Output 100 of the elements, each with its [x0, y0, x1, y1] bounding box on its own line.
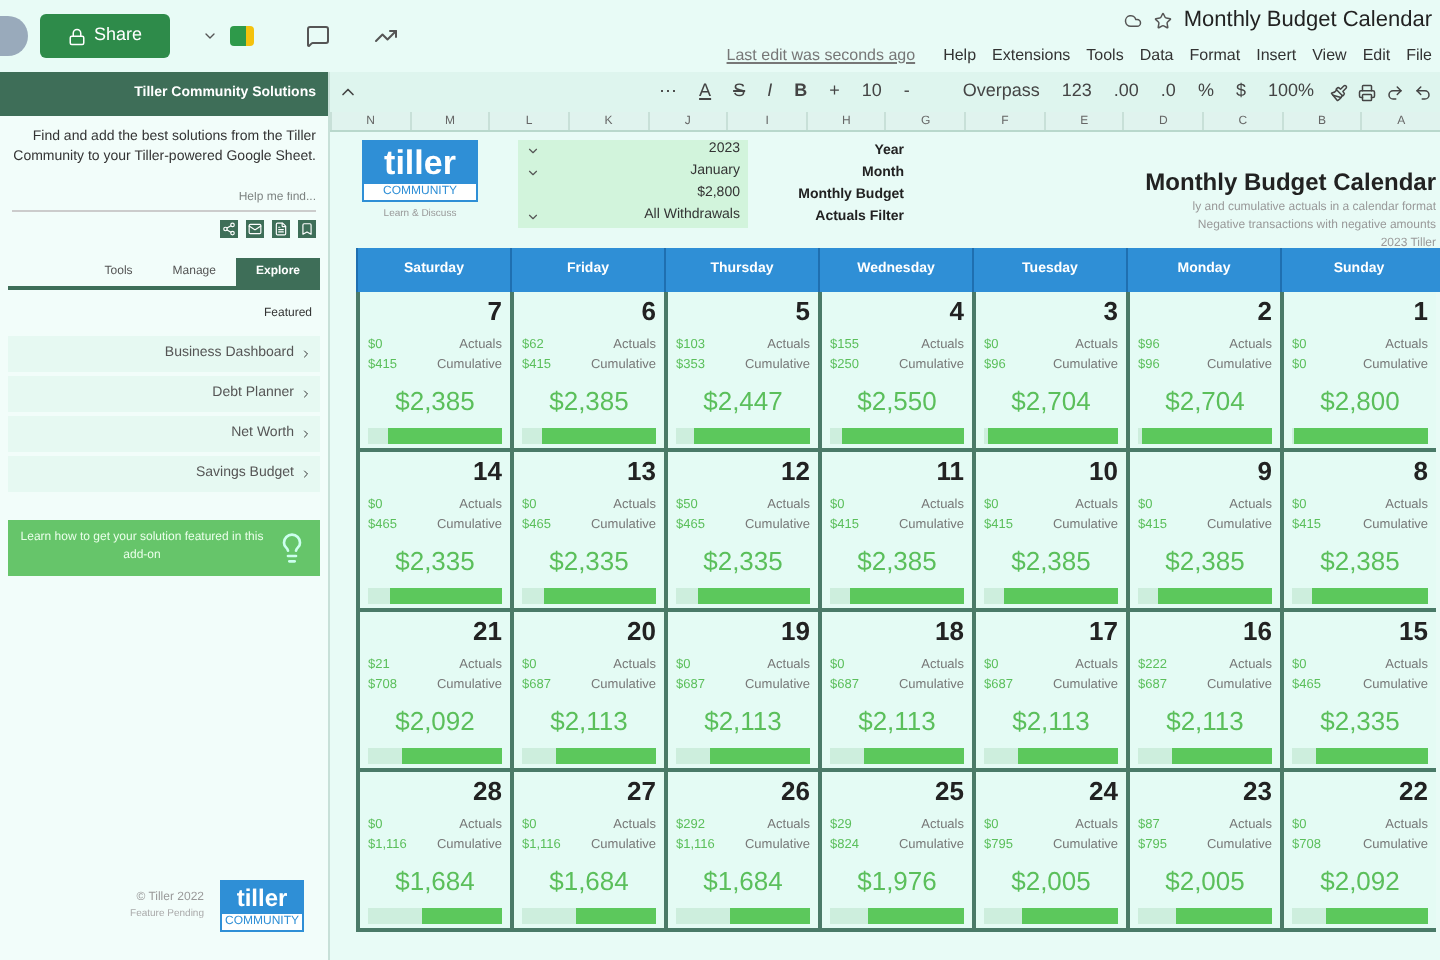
bookmark-icon[interactable]: [300, 222, 314, 236]
remaining-amount: $2,113: [1010, 708, 1092, 734]
strikethrough-button[interactable]: S: [727, 78, 752, 106]
remaining-amount: $2,335: [1318, 708, 1402, 734]
menu-item[interactable]: Edit: [1362, 43, 1391, 68]
bullet-icon: [300, 428, 312, 440]
remaining-amount: $2,113: [548, 708, 630, 734]
mail-icon[interactable]: [248, 222, 262, 236]
remaining-amount: $1,684: [547, 868, 631, 894]
day-number: 12: [781, 458, 810, 484]
meet-icon[interactable]: [230, 26, 255, 46]
share-button[interactable]: Share: [40, 14, 171, 58]
day-number: 19: [781, 618, 810, 644]
day-number: 27: [627, 778, 656, 804]
lock-icon: [68, 27, 86, 45]
day-number: 28: [473, 778, 502, 804]
day-number: 8: [1413, 458, 1428, 484]
remaining-amount: $2,113: [702, 708, 784, 734]
day-number: 7: [487, 298, 502, 324]
day-number: 22: [1399, 778, 1428, 804]
currency-button[interactable]: $: [1229, 78, 1252, 106]
day-number: 21: [473, 618, 502, 644]
decrease-font-button[interactable]: -: [897, 78, 916, 106]
remaining-amount: $2,335: [547, 548, 631, 574]
remaining-amount: $2,800: [1318, 388, 1402, 414]
remaining-amount: $2,113: [1164, 708, 1246, 734]
remaining-amount: $2,385: [1009, 548, 1093, 574]
remaining-amount: $2,550: [855, 388, 939, 414]
remaining-amount: $1,976: [855, 868, 939, 894]
cloud-icon[interactable]: [1123, 12, 1142, 30]
italic-button[interactable]: I: [761, 78, 779, 106]
remaining-amount: $2,385: [855, 548, 939, 574]
remaining-amount: $2,385: [1163, 548, 1247, 574]
bullet-icon: [300, 468, 312, 480]
day-number: 18: [935, 618, 964, 644]
font-select[interactable]: Overpass: [925, 78, 1046, 106]
menu-item[interactable]: Tools: [1086, 43, 1124, 68]
day-number: 24: [1089, 778, 1118, 804]
more-button[interactable]: ⋯: [653, 78, 684, 106]
remaining-amount: $2,704: [1163, 388, 1247, 414]
font-size-field[interactable]: 10: [855, 78, 888, 106]
day-number: 9: [1257, 458, 1272, 484]
menu-item[interactable]: Extensions: [992, 43, 1071, 68]
bold-button[interactable]: B: [788, 78, 814, 106]
day-number: 13: [627, 458, 656, 484]
zoom-select[interactable]: 100%: [1261, 78, 1320, 106]
remaining-amount: $2,385: [547, 388, 631, 414]
increase-decimals-button[interactable]: .00: [1107, 78, 1145, 106]
day-number: 14: [473, 458, 502, 484]
day-number: 17: [1089, 618, 1118, 644]
menu-item[interactable]: Insert: [1256, 43, 1297, 68]
day-number: 3: [1103, 298, 1118, 324]
bullet-icon: [300, 388, 312, 400]
sheet-title: Monthly Budget Calendar: [1145, 166, 1436, 200]
day-number: 26: [781, 778, 810, 804]
day-number: 1: [1413, 298, 1428, 324]
remaining-amount: $1,684: [393, 868, 477, 894]
print-icon[interactable]: [1358, 83, 1376, 101]
remaining-amount: $2,092: [1318, 868, 1402, 894]
menu-item[interactable]: View: [1312, 43, 1347, 68]
star-icon[interactable]: [1153, 12, 1172, 30]
decrease-decimals-button[interactable]: .0: [1154, 78, 1182, 106]
day-number: 2: [1257, 298, 1272, 324]
increase-font-button[interactable]: +: [823, 78, 846, 106]
comment-icon[interactable]: [306, 24, 331, 48]
day-number: 15: [1399, 618, 1428, 644]
day-number: 6: [641, 298, 656, 324]
menu-item[interactable]: Data: [1139, 43, 1174, 68]
percent-button[interactable]: %: [1191, 78, 1220, 106]
number-format-button[interactable]: 123: [1055, 78, 1098, 106]
day-number: 16: [1243, 618, 1272, 644]
undo-icon[interactable]: [1414, 83, 1432, 101]
document-icon[interactable]: [274, 222, 288, 236]
menu-item[interactable]: File: [1406, 43, 1432, 68]
remaining-amount: $2,005: [1009, 868, 1093, 894]
day-number: 10: [1089, 458, 1118, 484]
caret-icon[interactable]: [202, 28, 219, 44]
remaining-amount: $2,113: [856, 708, 938, 734]
day-number: 23: [1243, 778, 1272, 804]
remaining-amount: $2,704: [1009, 388, 1093, 414]
day-number: 4: [949, 298, 964, 324]
share-icon[interactable]: [222, 222, 236, 236]
menu-item[interactable]: Format: [1189, 43, 1241, 68]
day-number: 20: [627, 618, 656, 644]
dropdown-icon: [526, 210, 540, 224]
paint-format-icon[interactable]: [1330, 83, 1348, 101]
redo-icon[interactable]: [1386, 83, 1404, 101]
menu-item[interactable]: Help: [943, 43, 977, 68]
remaining-amount: $2,005: [1163, 868, 1247, 894]
day-number: 11: [936, 458, 964, 484]
remaining-amount: $2,335: [701, 548, 785, 574]
document-title[interactable]: Monthly Budget Calendar: [1183, 4, 1432, 38]
remaining-amount: $2,447: [701, 388, 785, 414]
day-number: 5: [795, 298, 810, 324]
bullet-icon: [300, 348, 312, 360]
text-color-button[interactable]: A: [693, 78, 718, 106]
remaining-amount: $2,092: [393, 708, 477, 734]
trend-icon[interactable]: [374, 24, 399, 48]
last-edit-link[interactable]: Last edit was seconds ago: [726, 43, 916, 68]
remaining-amount: $2,335: [393, 548, 477, 574]
